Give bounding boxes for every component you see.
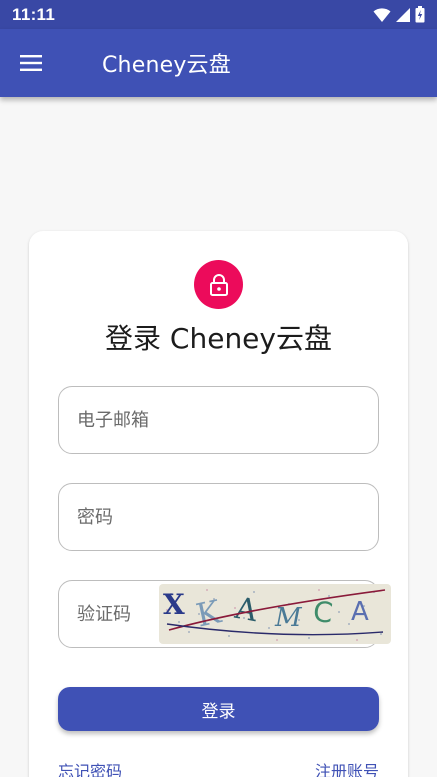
battery-icon — [415, 6, 425, 23]
captcha-graphic: X K A M C A — [159, 584, 391, 644]
login-card: 登录 Cheney云盘 X — [29, 231, 408, 777]
wifi-icon — [373, 7, 391, 22]
password-input[interactable] — [77, 506, 378, 528]
app-title: Cheney云盘 — [102, 53, 231, 78]
app-bar: Cheney云盘 — [0, 29, 437, 97]
status-icons — [373, 6, 425, 23]
login-button[interactable]: 登录 — [58, 687, 379, 731]
forgot-password-link[interactable]: 忘记密码 — [58, 758, 122, 777]
lock-avatar — [194, 260, 243, 309]
svg-text:M: M — [274, 603, 303, 633]
menu-icon — [20, 55, 42, 71]
register-link[interactable]: 注册账号 — [315, 758, 379, 777]
svg-text:A: A — [351, 597, 369, 627]
signal-icon — [396, 7, 410, 22]
captcha-image[interactable]: X K A M C A — [159, 584, 391, 644]
email-input[interactable] — [77, 409, 378, 431]
captcha-field[interactable]: X K A M C A — [58, 580, 391, 648]
password-field[interactable] — [58, 483, 379, 551]
svg-text:X: X — [163, 588, 185, 621]
login-heading: 登录 Cheney云盘 — [105, 322, 332, 355]
status-bar: 11:11 — [0, 0, 437, 29]
menu-button[interactable] — [20, 35, 76, 91]
status-time: 11:11 — [12, 4, 56, 24]
lock-icon — [209, 273, 228, 296]
email-field[interactable] — [58, 386, 379, 454]
